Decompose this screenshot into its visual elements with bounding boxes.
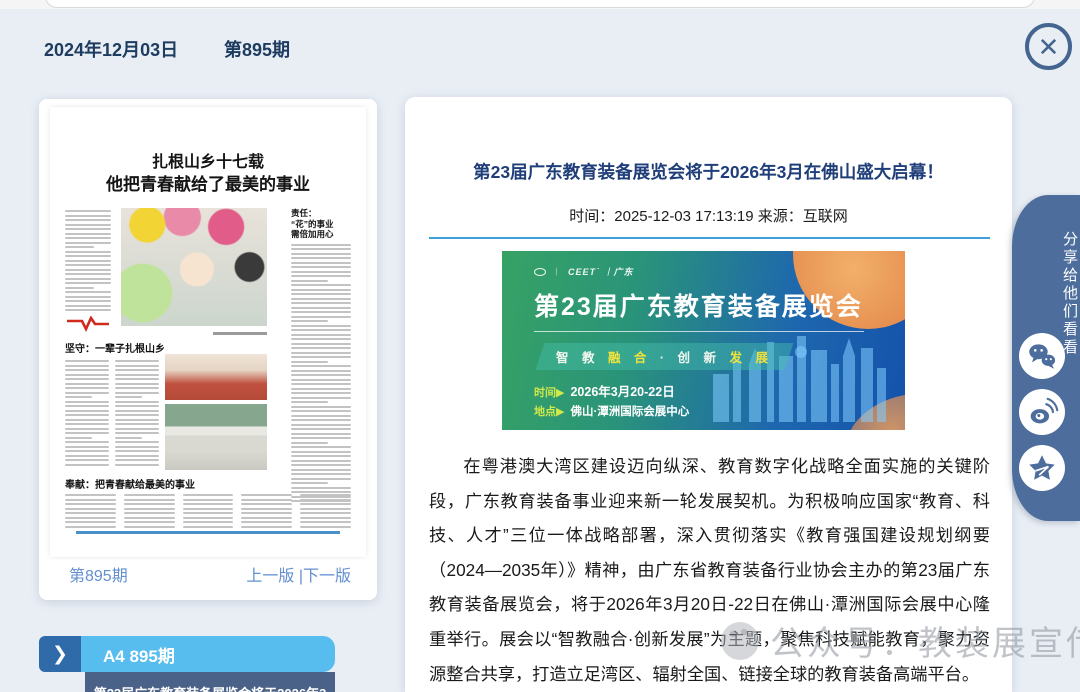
photo-caption	[213, 332, 267, 335]
newspaper-text-column	[183, 492, 234, 530]
column-head-line: “花”的事业	[291, 219, 351, 230]
banner-place-label: 地点▶	[534, 406, 564, 418]
slogan-segment: 智 教	[556, 351, 608, 365]
banner-time-value: 2026年3月20-22日	[570, 385, 674, 399]
newspaper-text-column	[124, 492, 175, 530]
thumbnail-issue-label: 第895期	[69, 562, 128, 586]
newspaper-text-column	[241, 492, 292, 530]
page-a4-tab[interactable]: A4 895期	[81, 636, 335, 672]
banner-time-row: 时间▶ 2026年3月20-22日	[534, 381, 675, 400]
exhibition-banner: ︱ CEET˙ ︱广东 第23届广东教育装备展览会 智 教 融 合 · 创 新 …	[502, 251, 905, 430]
ceet-logo-text: CEET˙ ︱广东	[568, 265, 634, 278]
banner-divider-line	[534, 331, 864, 332]
article-title: 第23届广东教育装备展览会将于2026年3月在佛山盛大启幕！	[435, 159, 982, 184]
wechat-icon	[1025, 339, 1059, 373]
slogan-segment: 融 合	[608, 351, 651, 365]
article-paragraph: 在粤港澳大湾区建设迈向纵深、教育数字化战略全面实施的关键阶段，广东教育装备事业迎…	[429, 449, 990, 691]
newspaper-headline: 扎根山乡十七载 他把青春献给了最美的事业	[65, 153, 351, 196]
column-head-line: 需倍加用心	[291, 229, 351, 240]
newspaper-photo-reading	[165, 354, 267, 400]
red-pulse-graphic	[65, 316, 111, 337]
slogan-segment: 创 新	[678, 351, 730, 365]
page-a4-label: A4 895期	[103, 642, 175, 667]
newspaper-preview-card: 扎根山乡十七载 他把青春献给了最美的事业 责任： “花”的事业 需倍加用心	[39, 99, 377, 600]
newspaper-text-column	[300, 492, 351, 530]
article-body: 在粤港澳大湾区建设迈向纵深、教育数字化战略全面实施的关键阶段，广东教育装备事业迎…	[429, 449, 990, 692]
close-icon: ✕	[1038, 34, 1060, 60]
newspaper-text-column	[65, 492, 116, 530]
newspaper-bottom-rule	[76, 531, 340, 534]
article-list-item[interactable]: 第23届广东教育装备展览会将于2026年3	[85, 672, 335, 692]
chevron-right-icon: ❯	[52, 643, 68, 666]
newspaper-text-column	[65, 358, 109, 466]
banner-logos: ︱ CEET˙ ︱广东	[534, 265, 634, 278]
banner-title: 第23届广东教育装备展览会	[534, 287, 863, 323]
column-head-line: 责任：	[291, 208, 351, 219]
banner-slogan-band: 智 教 融 合 · 创 新 发 展	[536, 343, 794, 370]
weibo-icon	[1025, 395, 1059, 429]
qzone-star-icon	[1025, 451, 1059, 485]
article-list-item-text: 第23届广东教育装备展览会将于2026年3	[85, 672, 335, 692]
headline-line-2: 他把青春献给了最美的事业	[65, 174, 351, 196]
newspaper-text-column	[115, 358, 159, 466]
issue-date: 2024年12月03日	[44, 36, 178, 62]
article-meta: 时间：2025-12-03 17:13:19 来源：互联网	[405, 205, 1012, 226]
newspaper-subhead-2: 奉献：把青春献给最美的事业	[65, 476, 195, 491]
title-divider	[429, 237, 990, 239]
banner-logo-divider: ︱	[552, 265, 562, 278]
banner-place-row: 地点▶ 佛山·潭洲国际会展中心	[534, 403, 689, 419]
newspaper-text-column	[291, 244, 351, 503]
slogan-segment: ·	[651, 351, 677, 365]
close-button[interactable]: ✕	[1025, 23, 1072, 70]
newspaper-photo-children	[121, 208, 267, 326]
newspaper-text-column	[65, 208, 111, 312]
newspaper-page-thumbnail[interactable]: 扎根山乡十七载 他把青春献给了最美的事业 责任： “花”的事业 需倍加用心	[50, 107, 366, 557]
viewer-overlay: 2024年12月03日 第895期 ✕ 扎根山乡十七载 他把青春献给了最美的事业	[0, 0, 1080, 692]
headline-line-1: 扎根山乡十七载	[65, 153, 351, 174]
article-panel: 第23届广东教育装备展览会将于2026年3月在佛山盛大启幕！ 时间：2025-1…	[405, 97, 1012, 692]
banner-place-value: 佛山·潭洲国际会展中心	[570, 406, 689, 418]
slogan-segment: 发 展	[730, 351, 773, 365]
association-logo-icon	[534, 268, 546, 276]
background-panel-edge	[45, 0, 1035, 8]
newspaper-bottom-columns	[65, 492, 351, 530]
share-ribbon: 分享给他们看看	[1012, 195, 1080, 521]
share-wechat-button[interactable]	[1019, 333, 1065, 379]
newspaper-right-column: 责任： “花”的事业 需倍加用心	[291, 208, 351, 530]
issue-number: 第895期	[224, 36, 290, 62]
newspaper-photo-classroom	[165, 404, 267, 470]
page-nav-links[interactable]: 上一版 |下一版	[246, 562, 351, 586]
share-weibo-button[interactable]	[1019, 389, 1065, 435]
banner-time-label: 时间▶	[534, 387, 564, 399]
share-qzone-button[interactable]	[1019, 445, 1065, 491]
newspaper-subhead-1: 坚守：一辈子扎根山乡	[65, 340, 165, 355]
expand-pages-button[interactable]: ❯	[39, 636, 81, 672]
